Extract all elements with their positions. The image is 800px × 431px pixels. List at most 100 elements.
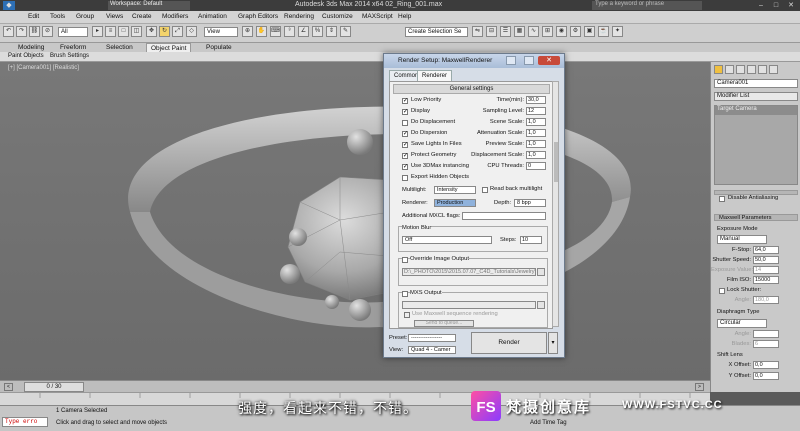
search-input[interactable]: Type a keyword or phrase: [592, 1, 702, 10]
app-menu-button[interactable]: ◆: [3, 1, 15, 10]
menu-views[interactable]: Views: [106, 13, 123, 20]
diaphragm-type-dropdown[interactable]: Circular: [717, 319, 767, 328]
select-by-name-icon[interactable]: ≡: [105, 26, 116, 37]
hierarchy-tab-icon[interactable]: [736, 65, 745, 74]
menu-graph-editors[interactable]: Graph Editors: [238, 13, 278, 20]
attenuation-scale-spinner[interactable]: 1,0: [526, 129, 546, 137]
minimize-button[interactable]: –: [755, 1, 767, 10]
y-offset-spinner[interactable]: 0,0: [753, 372, 779, 380]
camera-viewport[interactable]: [+] [Camera001] [Realistic]: [0, 62, 710, 380]
subtab-paint-objects[interactable]: Paint Objects: [8, 52, 44, 61]
menu-maxscript[interactable]: MAXScript: [362, 13, 393, 20]
menu-group[interactable]: Group: [76, 13, 94, 20]
unlink-icon[interactable]: ⊘: [42, 26, 53, 37]
maximize-button[interactable]: □: [770, 1, 782, 10]
redo-icon[interactable]: ↷: [16, 26, 27, 37]
dialog-maximize-button[interactable]: [524, 56, 534, 65]
displacement-scale-spinner[interactable]: 1,0: [526, 151, 546, 159]
window-crossing-icon[interactable]: ◫: [131, 26, 142, 37]
preset-dropdown[interactable]: -----------------: [408, 334, 456, 342]
cpu-threads-spinner[interactable]: 0: [526, 162, 546, 170]
curve-editor-icon[interactable]: ∿: [528, 26, 539, 37]
render-button[interactable]: Render: [471, 332, 547, 354]
dialog-close-button[interactable]: ✕: [538, 56, 560, 65]
tab-modeling[interactable]: Modeling: [14, 43, 48, 52]
render-options-button[interactable]: ▾: [548, 332, 558, 354]
tab-freeform[interactable]: Freeform: [56, 43, 90, 52]
snaps-toggle-icon[interactable]: ³: [284, 26, 295, 37]
blades-spinner[interactable]: 6: [753, 340, 779, 348]
mxs-sequence-checkbox[interactable]: [404, 312, 410, 318]
preview-scale-spinner[interactable]: 1,0: [526, 140, 546, 148]
close-button[interactable]: ✕: [785, 1, 797, 10]
rendered-frame-window-icon[interactable]: ▣: [584, 26, 595, 37]
object-name-field[interactable]: Camera001: [714, 79, 798, 88]
spinner-snap-icon[interactable]: ⇕: [326, 26, 337, 37]
disable-antialiasing-checkbox[interactable]: [719, 196, 725, 202]
override-image-checkbox[interactable]: [402, 257, 408, 263]
workspace-dropdown[interactable]: Workspace: Default: [108, 1, 190, 10]
menu-edit[interactable]: Edit: [28, 13, 39, 20]
undo-icon[interactable]: ↶: [3, 26, 14, 37]
next-frame-icon[interactable]: >: [695, 383, 704, 391]
dialog-title-bar[interactable]: Render Setup: MaxwellRenderer ✕: [384, 54, 564, 68]
shutter-speed-spinner[interactable]: 50,0: [753, 256, 779, 264]
material-editor-icon[interactable]: ◉: [556, 26, 567, 37]
render-production-icon[interactable]: ☕: [598, 26, 609, 37]
mxcl-flags-input[interactable]: [462, 212, 546, 220]
keyboard-shortcut-icon[interactable]: ⌨: [270, 26, 281, 37]
link-icon[interactable]: ⛓: [29, 26, 40, 37]
exposure-mode-dropdown[interactable]: Manual: [717, 235, 767, 244]
display-checkbox[interactable]: ✓: [402, 109, 408, 115]
sampling-level-spinner[interactable]: 12: [526, 107, 546, 115]
time-slider-thumb[interactable]: 0 / 30: [24, 382, 84, 392]
named-selection-set-dropdown[interactable]: Create Selection Se: [405, 27, 468, 37]
menu-tools[interactable]: Tools: [50, 13, 65, 20]
align-icon[interactable]: ⊟: [486, 26, 497, 37]
percent-snap-icon[interactable]: %: [312, 26, 323, 37]
select-scale-icon[interactable]: ⤢: [172, 26, 183, 37]
menu-animation[interactable]: Animation: [198, 13, 227, 20]
add-time-tag[interactable]: Add Time Tag: [530, 420, 567, 426]
tab-selection[interactable]: Selection: [102, 43, 137, 52]
do-dispersion-checkbox[interactable]: ✓: [402, 131, 408, 137]
tab-renderer[interactable]: Renderer: [417, 70, 453, 81]
layer-manager-icon[interactable]: ☰: [500, 26, 511, 37]
mxs-output-checkbox[interactable]: [402, 291, 408, 297]
mxs-browse-button[interactable]: [537, 301, 545, 309]
panel-scrollbar[interactable]: [552, 81, 559, 327]
f-stop-spinner[interactable]: 64,0: [753, 246, 779, 254]
select-manipulate-icon[interactable]: ✋: [256, 26, 267, 37]
utilities-tab-icon[interactable]: [769, 65, 778, 74]
display-tab-icon[interactable]: [758, 65, 767, 74]
placement-icon[interactable]: ◇: [186, 26, 197, 37]
override-path-input[interactable]: D:\_PHOTO\2015\2015.07.07_C4D_Tutorials\…: [402, 268, 536, 276]
menu-help[interactable]: Help: [398, 13, 411, 20]
create-tab-icon[interactable]: [714, 65, 723, 74]
menu-customize[interactable]: Customize: [322, 13, 353, 20]
menu-create[interactable]: Create: [132, 13, 152, 20]
maxwell-parameters-rollout[interactable]: Maxwell Parameters: [714, 214, 798, 221]
mxs-path-input[interactable]: [402, 301, 536, 309]
select-rotate-icon[interactable]: ↻: [159, 26, 170, 37]
select-object-icon[interactable]: ▸: [92, 26, 103, 37]
angle-snap-icon[interactable]: ∠: [298, 26, 309, 37]
renderer-dropdown[interactable]: Production: [434, 199, 476, 207]
motion-tab-icon[interactable]: [747, 65, 756, 74]
override-browse-button[interactable]: [537, 268, 545, 276]
angle-spinner[interactable]: 180,0: [753, 296, 779, 304]
dialog-minimize-button[interactable]: [506, 56, 516, 65]
render-setup-icon[interactable]: ⚙: [570, 26, 581, 37]
mirror-icon[interactable]: ⇋: [472, 26, 483, 37]
exposure-value-spinner[interactable]: 14: [753, 266, 779, 274]
rect-selection-icon[interactable]: □: [118, 26, 129, 37]
tab-populate[interactable]: Populate: [202, 43, 236, 52]
maxscript-listener[interactable]: Type erro: [2, 417, 48, 427]
send-to-queue-button[interactable]: Send to queue...: [414, 320, 474, 327]
read-back-multilight-checkbox[interactable]: [482, 187, 488, 193]
lock-shutter-checkbox[interactable]: [719, 288, 725, 294]
reference-coordinate-dropdown[interactable]: View: [204, 27, 238, 37]
time-spinner[interactable]: 30,0: [526, 96, 546, 104]
protect-geometry-checkbox[interactable]: ✓: [402, 153, 408, 159]
modify-tab-icon[interactable]: [725, 65, 734, 74]
